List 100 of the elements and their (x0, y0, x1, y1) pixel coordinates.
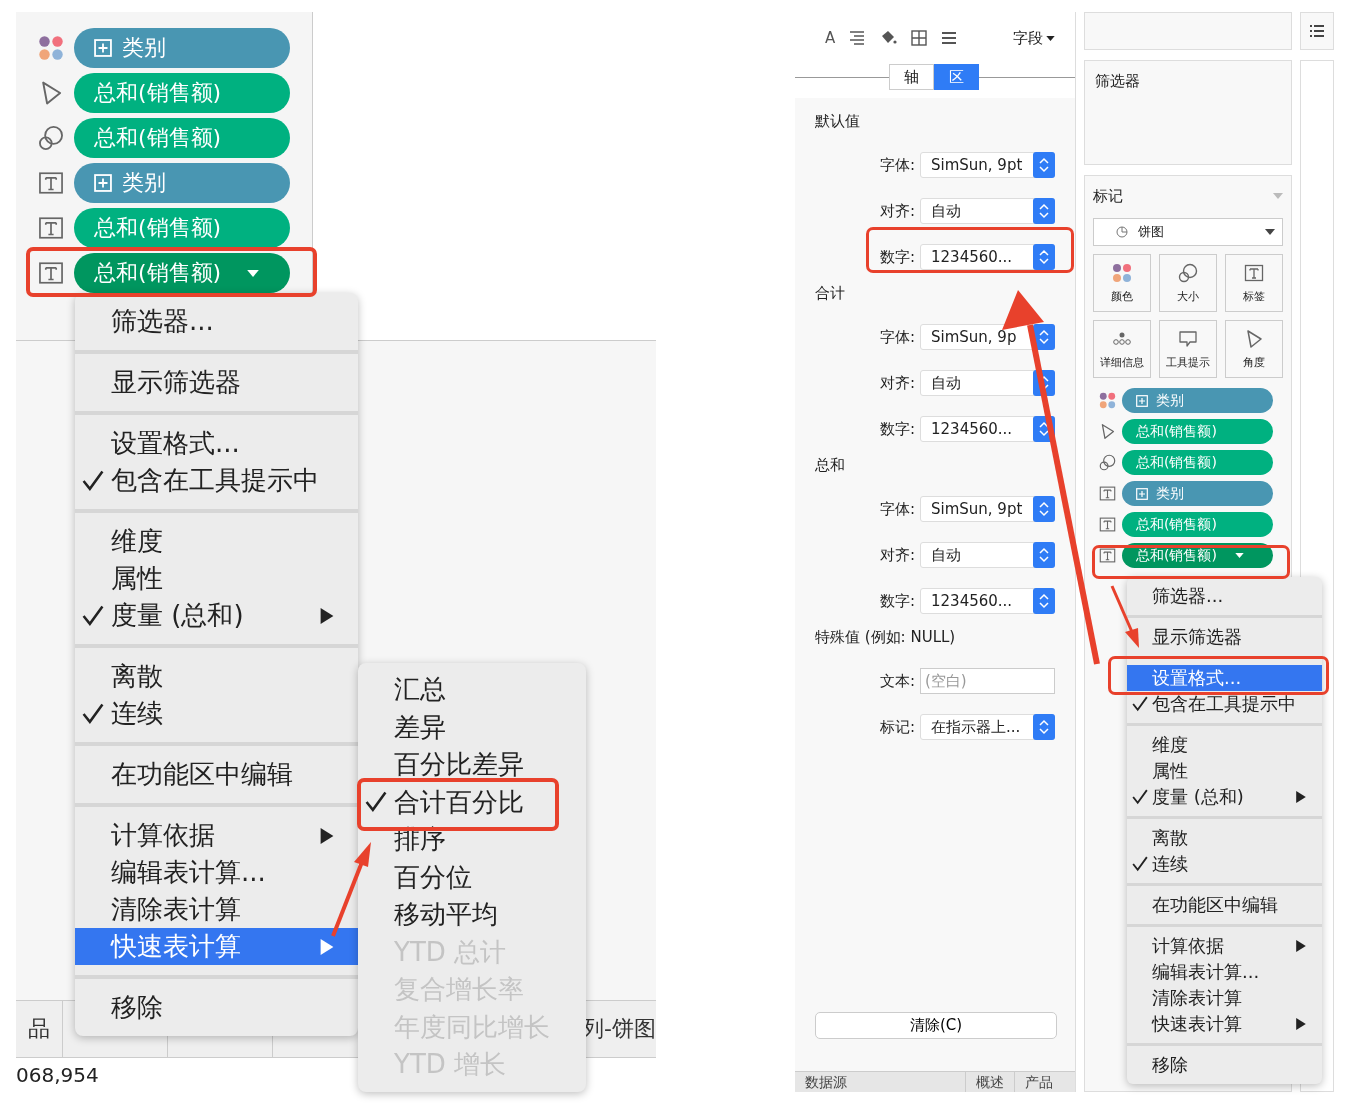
tab[interactable]: 区 (934, 64, 979, 90)
menu-item[interactable]: 离散 (1127, 825, 1322, 851)
card-title: 标记 (1093, 186, 1123, 206)
menu-item[interactable]: 移除 (75, 989, 358, 1026)
text-box-icon (1099, 485, 1116, 502)
circles-icon (1099, 454, 1116, 471)
menu-item[interactable]: 筛选器... (1127, 583, 1322, 609)
menu-item[interactable]: 合计百分比 (358, 783, 586, 821)
stepper-icon (1033, 244, 1055, 270)
menu-item[interactable]: 筛选器... (75, 303, 358, 340)
menu-item[interactable]: 设置格式... (1127, 665, 1322, 691)
text-field[interactable]: (空白) (920, 668, 1055, 694)
menu-item[interactable]: 移动平均 (358, 896, 586, 934)
select-field[interactable]: 自动 (920, 542, 1055, 568)
mark-property-button[interactable]: 颜色 (1093, 254, 1151, 312)
list-button[interactable] (1300, 12, 1334, 50)
caret-icon (247, 269, 260, 277)
menu-item[interactable]: 维度 (75, 523, 358, 560)
menu-item[interactable]: 连续 (75, 695, 358, 732)
menu-item[interactable]: 快速表计算 (75, 928, 358, 965)
sheet-tab[interactable]: 概述 (965, 1072, 1014, 1092)
select-field[interactable]: 1234560... (920, 416, 1055, 442)
field-label: 字体: (878, 327, 916, 347)
check-icon (82, 469, 104, 492)
menu-item[interactable]: 编辑表计算... (1127, 959, 1322, 985)
submenu-arrow-icon (1296, 791, 1306, 803)
check-icon (82, 604, 104, 627)
check-icon (82, 702, 104, 725)
check-icon (365, 791, 387, 814)
select-field[interactable]: 1234560... (920, 588, 1055, 614)
menu-item[interactable]: 包含在工具提示中 (1127, 691, 1322, 717)
menu-item[interactable]: 离散 (75, 658, 358, 695)
menu-item[interactable]: 百分比差异 (358, 746, 586, 784)
plus-box-icon (1136, 487, 1148, 500)
menu-item[interactable]: 计算依据 (75, 817, 358, 854)
field-label: 标记: (878, 717, 916, 737)
grid-icon[interactable] (911, 30, 928, 46)
menu-item[interactable]: 在功能区中编辑 (75, 756, 358, 793)
menu-item[interactable]: 设置格式... (75, 425, 358, 462)
menu-item[interactable]: 移除 (1127, 1052, 1322, 1078)
sheet-tab[interactable]: 品 (16, 1001, 63, 1057)
stepper-icon (1033, 714, 1055, 740)
field-label: 字体: (878, 155, 916, 175)
menu-item[interactable]: 编辑表计算... (75, 854, 358, 891)
caret-icon (1046, 35, 1055, 41)
field-label: 数字: (878, 419, 916, 439)
menu-item[interactable]: 连续 (1127, 851, 1322, 877)
clear-button[interactable]: 清除(C) (815, 1012, 1057, 1039)
check-icon (1131, 789, 1148, 805)
menu-item[interactable]: 汇总 (358, 671, 586, 709)
field-label: 字体: (878, 499, 916, 519)
select-field[interactable]: SimSun, 9pt (920, 152, 1055, 178)
measure-pill[interactable]: 总和(销售额) (74, 253, 290, 293)
caret-icon (1265, 229, 1276, 235)
four-dots-icon (38, 35, 64, 61)
text-box-icon (1099, 516, 1116, 533)
submenu-arrow-icon (1296, 1018, 1306, 1030)
field-label: 对齐: (878, 201, 916, 221)
mark-property-button[interactable]: 大小 (1159, 254, 1217, 312)
text-box-icon (38, 215, 64, 241)
mark-property-button[interactable]: 详细信息 (1093, 320, 1151, 378)
menu-item[interactable]: 包含在工具提示中 (75, 462, 358, 499)
sheet-tab[interactable]: 产品 (1014, 1072, 1063, 1092)
mark-property-button[interactable]: 角度 (1225, 320, 1283, 378)
font-icon[interactable]: A (825, 29, 836, 47)
submenu-arrow-icon (320, 938, 334, 955)
menu-item[interactable]: 百分位 (358, 858, 586, 896)
field-dropdown[interactable]: 字段 (1013, 28, 1055, 48)
menu-item[interactable]: 在功能区中编辑 (1127, 892, 1322, 918)
select-field[interactable]: 自动 (920, 198, 1055, 224)
text-box-icon (38, 170, 64, 196)
select-field[interactable]: 1234560... (920, 244, 1055, 270)
tab[interactable]: 轴 (889, 64, 934, 90)
menu-item[interactable]: 维度 (1127, 732, 1322, 758)
text-box-icon (1244, 262, 1264, 283)
menu-item[interactable]: 计算依据 (1127, 933, 1322, 959)
field-label: 对齐: (878, 545, 916, 565)
menu-item[interactable]: 度量 (总和) (75, 597, 358, 634)
check-icon (1131, 696, 1148, 712)
mark-property-button[interactable]: 工具提示 (1159, 320, 1217, 378)
select-field[interactable]: 自动 (920, 370, 1055, 396)
menu-item[interactable]: 差异 (358, 708, 586, 746)
menu-item[interactable]: 快速表计算 (1127, 1011, 1322, 1037)
sheet-tab[interactable]: 数据源 (795, 1072, 965, 1092)
mark-property-button[interactable]: 标签 (1225, 254, 1283, 312)
mark-type-dropdown[interactable]: 饼图 (1093, 218, 1284, 246)
menu-item[interactable]: 属性 (1127, 758, 1322, 784)
align-icon[interactable] (849, 31, 866, 45)
select-field[interactable]: 在指示器上... (920, 714, 1055, 740)
menu-item[interactable]: 清除表计算 (1127, 985, 1322, 1011)
menu-item[interactable]: 属性 (75, 560, 358, 597)
select-field[interactable]: SimSun, 9pt (920, 496, 1055, 522)
menu-item[interactable]: 显示筛选器 (1127, 624, 1322, 650)
menu-item[interactable]: 显示筛选器 (75, 364, 358, 401)
submenu-arrow-icon (320, 607, 334, 624)
select-field[interactable]: SimSun, 9p (920, 324, 1055, 350)
menu-item[interactable]: 清除表计算 (75, 891, 358, 928)
lines-icon[interactable] (941, 31, 958, 45)
triangle-icon (1244, 328, 1264, 349)
menu-item[interactable]: 度量 (总和) (1127, 784, 1322, 810)
